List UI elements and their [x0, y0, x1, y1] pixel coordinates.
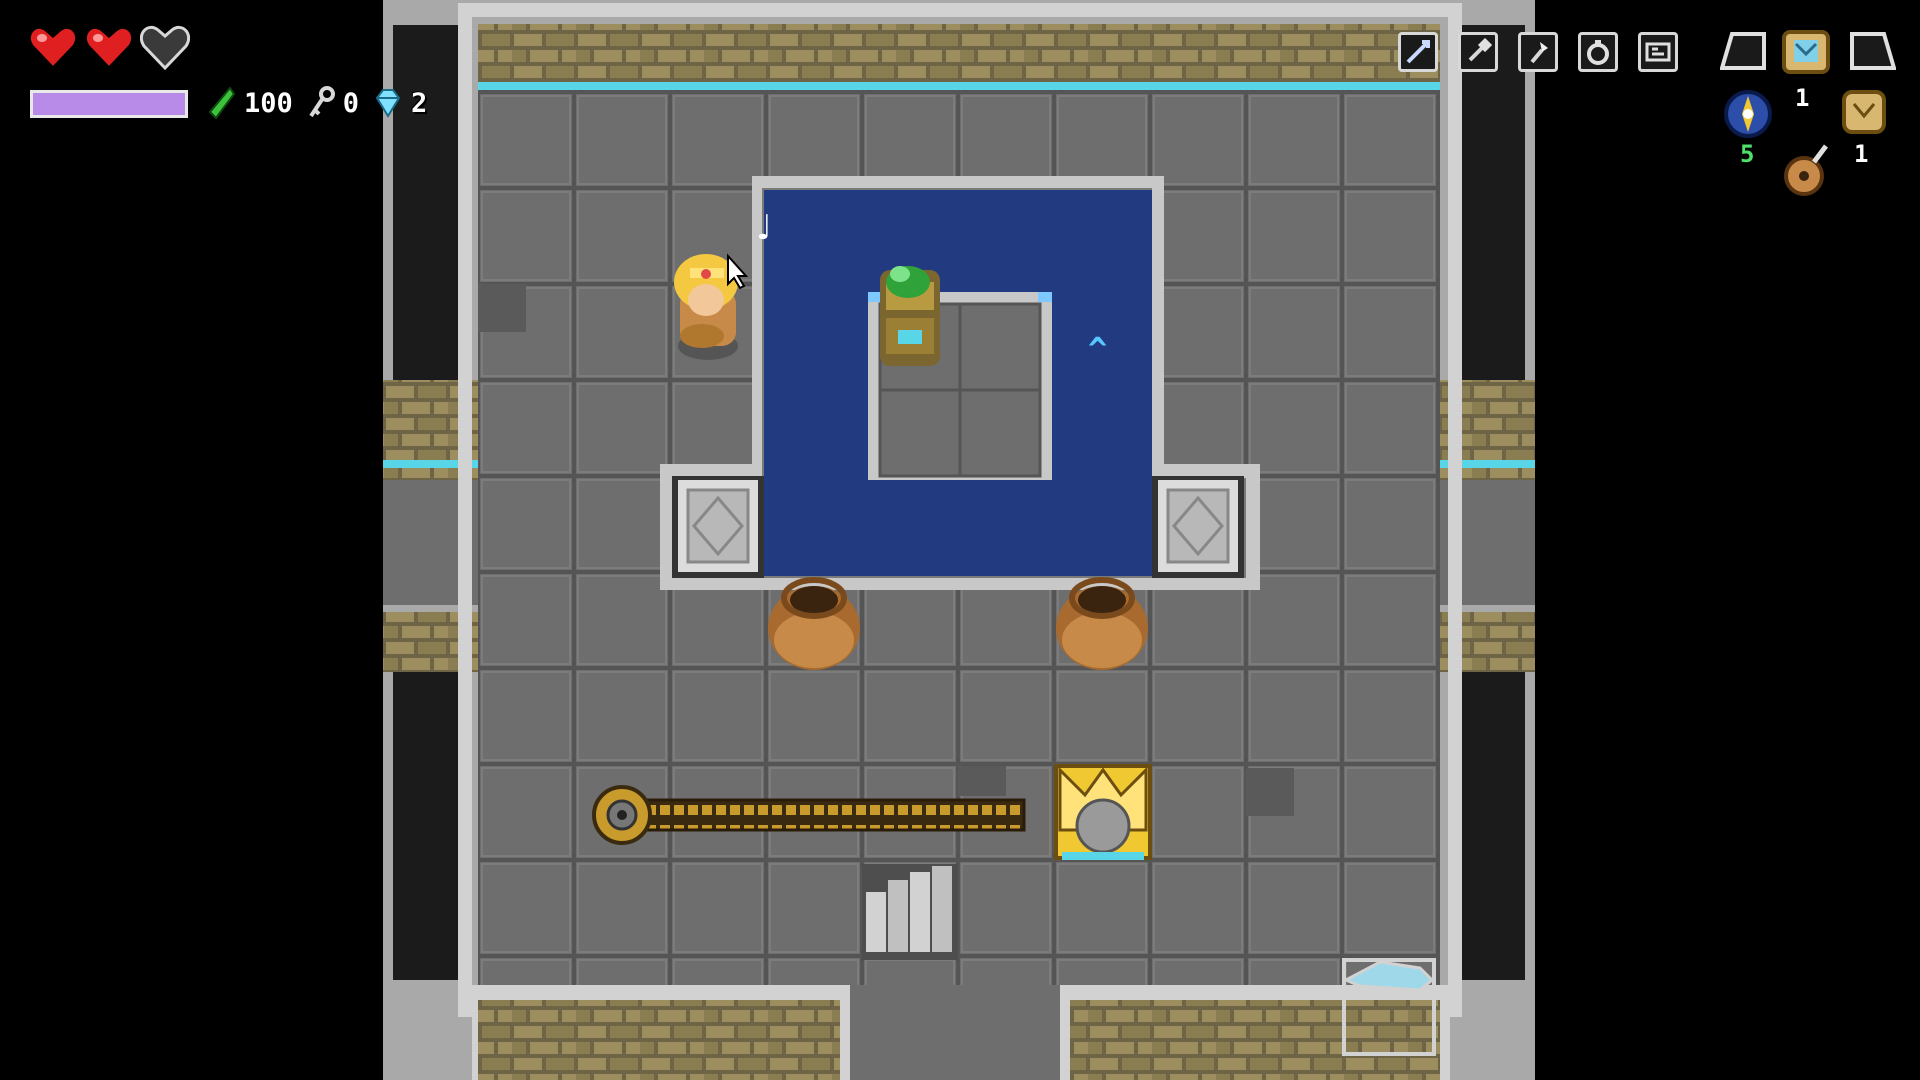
magic-meter-fill: [33, 93, 185, 115]
compass-icon[interactable]: [1722, 88, 1774, 140]
zol-statue: [880, 266, 940, 366]
golden-pedestal: [1054, 764, 1152, 860]
diamond-count: 2: [411, 87, 428, 119]
lute-icon[interactable]: [1780, 140, 1832, 198]
key-icon: [309, 86, 335, 118]
heart-full-icon: [84, 25, 134, 70]
stairs-down: [862, 864, 958, 960]
torch-icon[interactable]: [1518, 32, 1558, 72]
map-fragment-right-icon: [1850, 32, 1896, 70]
hearts-row: [28, 24, 190, 70]
compass-count: 5: [1740, 140, 1755, 168]
top-brick-wall: [478, 24, 1440, 82]
magic-meter: [30, 90, 188, 118]
map-fragment-left-icon: [1720, 32, 1766, 70]
scroll-icon[interactable]: [1838, 86, 1890, 138]
rupee-count: 100: [244, 87, 293, 119]
counters-row: 100 0 2: [208, 86, 427, 120]
scroll-count: 1: [1854, 140, 1869, 168]
dungeon-map-icon[interactable]: [1780, 26, 1832, 78]
map-count: 1: [1795, 84, 1810, 112]
game-scene: [0, 0, 1920, 1080]
stone-block-right: [1152, 476, 1244, 578]
diamond-icon: [375, 89, 401, 118]
shovel-icon[interactable]: [1458, 32, 1498, 72]
rupee-icon: [208, 86, 236, 120]
water-arrow: ^: [1088, 330, 1108, 368]
card-icon[interactable]: [1638, 32, 1678, 72]
spear-icon[interactable]: [1398, 32, 1438, 72]
ring-icon[interactable]: [1578, 32, 1618, 72]
clay-pot-left: [768, 577, 860, 670]
music-note: ♩: [756, 208, 773, 248]
clay-pot-right: [1056, 577, 1148, 670]
equipment-bar: [1398, 32, 1678, 72]
stone-block-left: [672, 476, 764, 578]
key-count: 0: [342, 87, 360, 119]
heart-full-icon: [28, 25, 78, 70]
heart-empty-icon: [140, 25, 190, 70]
